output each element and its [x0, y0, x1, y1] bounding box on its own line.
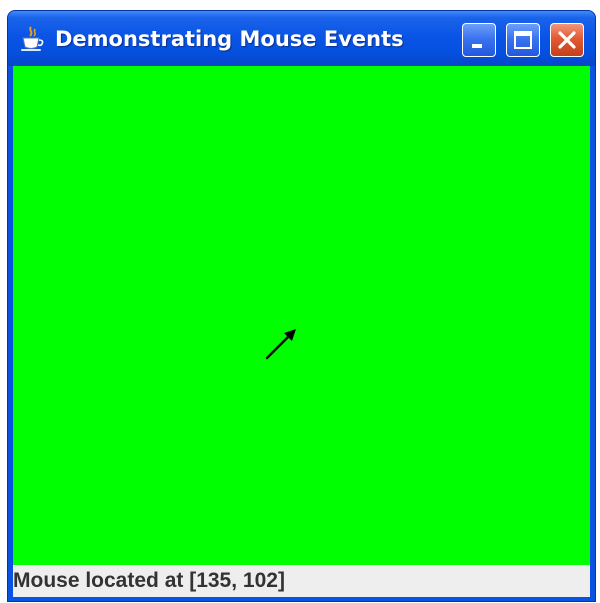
application-window: Demonstrating Mouse Events Mouse located… — [7, 10, 596, 602]
window-title: Demonstrating Mouse Events — [55, 27, 404, 51]
close-icon — [558, 31, 576, 49]
minimize-icon — [472, 44, 482, 48]
title-bar[interactable]: Demonstrating Mouse Events — [8, 11, 595, 66]
mouse-event-panel[interactable] — [13, 66, 590, 565]
minimize-button[interactable] — [462, 23, 496, 57]
maximize-icon — [514, 31, 532, 49]
mouse-position-label: Mouse located at [135, 102] — [13, 569, 285, 592]
arrow-cursor-icon — [265, 329, 296, 360]
maximize-button[interactable] — [506, 23, 540, 57]
java-cup-icon[interactable] — [18, 25, 46, 53]
close-button[interactable] — [550, 23, 584, 57]
status-bar: Mouse located at [135, 102] — [13, 565, 590, 597]
